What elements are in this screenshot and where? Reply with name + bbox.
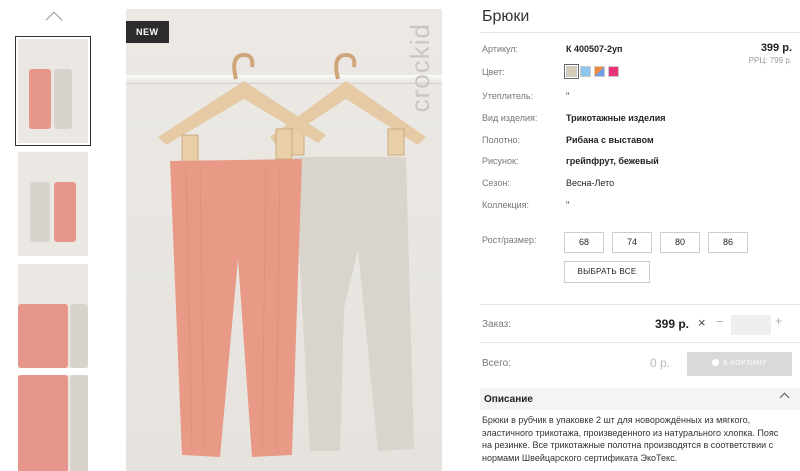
color-swatch-multi[interactable] <box>594 66 605 77</box>
attr-value: " <box>566 91 570 101</box>
attr-label: Вид изделия: <box>482 113 538 123</box>
thumbnail-3[interactable] <box>18 264 88 368</box>
order-label: Заказ: <box>482 319 512 330</box>
attr-value: грейпфрут, бежевый <box>566 156 659 166</box>
description-header[interactable]: Описание <box>480 388 800 410</box>
add-to-cart-button[interactable]: В КОРЗИНУ <box>687 352 792 376</box>
thumbnail-strip <box>15 8 92 471</box>
times-icon: × <box>698 315 706 330</box>
total-price: 0 р. <box>650 356 671 370</box>
description-title: Описание <box>484 394 533 405</box>
decrement-button[interactable]: − <box>716 314 724 329</box>
attr-value: " <box>566 200 570 210</box>
attr-label: Рисунок: <box>482 156 519 166</box>
cart-icon <box>712 359 720 366</box>
color-swatch-blue[interactable] <box>580 66 591 77</box>
main-product-image[interactable]: NEW crockid <box>126 9 442 471</box>
quantity-input[interactable] <box>731 315 771 335</box>
attr-label: Коллекция: <box>482 200 530 210</box>
chevron-up-icon[interactable] <box>42 8 66 24</box>
color-swatch-pink[interactable] <box>608 66 619 77</box>
product-price: 399 р. <box>760 42 792 54</box>
color-swatch-beige[interactable] <box>564 64 579 79</box>
attr-label: Сезон: <box>482 178 510 188</box>
attr-label: Артикул: <box>482 44 519 54</box>
divider <box>480 32 800 33</box>
size-option[interactable]: 68 <box>564 232 604 253</box>
rrp-price: РРЦ: 799 р. <box>748 56 792 65</box>
description-text: Брюки в рубчик в упаковке 2 шт для новор… <box>482 415 779 463</box>
size-option[interactable]: 86 <box>708 232 748 253</box>
size-options: 68 74 80 86 <box>564 232 748 253</box>
attr-value: К 400507-2уп <box>566 44 623 54</box>
product-title: Брюки <box>482 8 530 25</box>
thumbnail-4[interactable] <box>18 375 88 471</box>
attr-value: Трикотажные изделия <box>566 113 666 123</box>
thumbnail-2[interactable] <box>18 152 88 256</box>
attr-value: Рибана с выставом <box>566 135 654 145</box>
increment-button[interactable]: + <box>775 314 782 328</box>
total-label: Всего: <box>482 358 511 369</box>
chevron-up-icon <box>779 392 790 403</box>
divider <box>480 342 800 343</box>
color-swatches <box>564 64 619 79</box>
cart-button-label: В КОРЗИНУ <box>723 360 767 367</box>
size-option[interactable]: 80 <box>660 232 700 253</box>
select-all-button[interactable]: ВЫБРАТЬ ВСЕ <box>564 261 650 283</box>
product-details: Брюки 399 р. РРЦ: 799 р. Артикул: К 4005… <box>480 0 800 471</box>
thumbnail-1[interactable] <box>15 36 91 146</box>
divider <box>480 304 800 305</box>
attr-label: Цвет: <box>482 67 505 77</box>
product-illustration <box>158 52 426 457</box>
attr-label: Рост/размер: <box>482 235 537 245</box>
order-price: 399 р. <box>655 317 690 331</box>
new-badge: NEW <box>126 21 169 43</box>
size-option[interactable]: 74 <box>612 232 652 253</box>
attr-label: Утеплитель: <box>482 91 534 101</box>
attr-label: Полотно: <box>482 135 521 145</box>
attr-value: Весна-Лето <box>566 178 615 188</box>
brand-watermark: crockid <box>405 23 435 113</box>
product-page: NEW crockid Брюки 399 р. РРЦ: 799 р. Арт… <box>0 0 800 471</box>
